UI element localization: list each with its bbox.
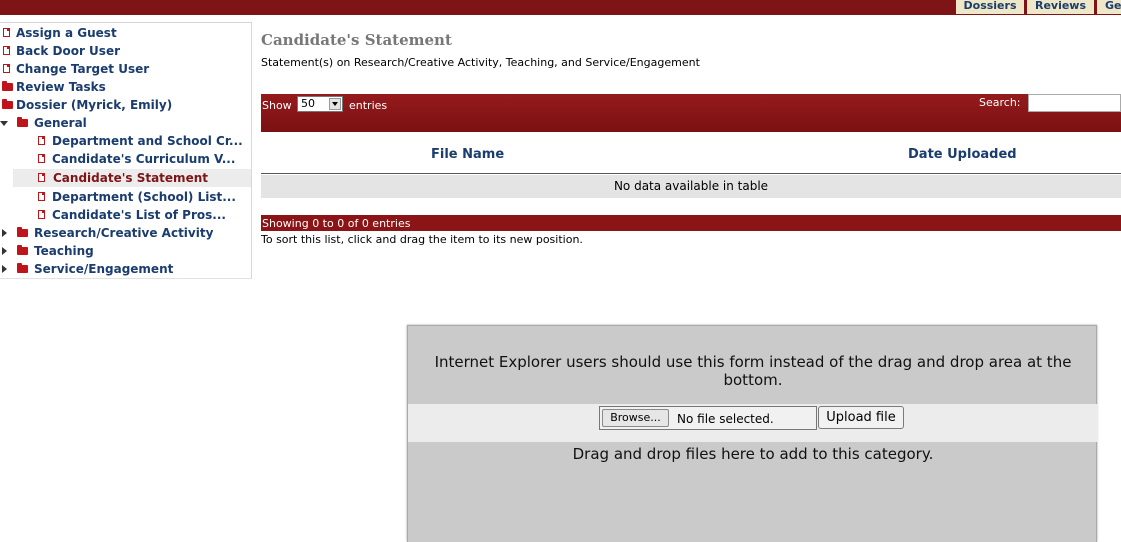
file-status: No file selected.	[677, 412, 774, 426]
entries-select-value: 50	[301, 97, 315, 110]
tree-item-label: Change Target User	[16, 62, 150, 76]
ie-instructions: Internet Explorer users should use this …	[434, 353, 1072, 389]
expand-arrow-icon[interactable]	[2, 247, 7, 255]
document-icon	[38, 154, 45, 163]
file-input[interactable]: Browse... No file selected.	[599, 406, 817, 430]
tree-item-label: Department and School Cr...	[52, 134, 243, 148]
document-icon	[3, 64, 10, 73]
table-header-divider	[261, 173, 1121, 174]
entries-label: entries	[349, 99, 388, 112]
tree-item-label: Teaching	[34, 244, 94, 258]
browse-button[interactable]: Browse...	[602, 409, 669, 427]
tree-item-label: Review Tasks	[16, 80, 106, 94]
search-label: Search:	[979, 96, 1021, 109]
table-info: Showing 0 to 0 of 0 entries	[262, 217, 411, 230]
column-header-file-name[interactable]: File Name	[431, 147, 504, 162]
chevron-down-icon[interactable]	[329, 98, 341, 110]
tree-item-label: Department (School) List...	[52, 190, 236, 204]
upload-file-button[interactable]: Upload file	[818, 406, 904, 429]
expand-arrow-icon[interactable]	[2, 229, 7, 237]
show-label: Show	[262, 99, 292, 112]
search-input[interactable]	[1028, 94, 1121, 112]
page-title: Candidate's Statement	[261, 31, 452, 49]
document-icon	[38, 192, 45, 201]
tree-item-label: Back Door User	[16, 44, 121, 58]
folder-open-icon	[17, 117, 28, 127]
sort-hint: To sort this list, click and drag the it…	[261, 233, 583, 246]
empty-table-row: No data available in table	[261, 175, 1121, 198]
tree-item-label: Candidate's Statement	[53, 171, 208, 185]
tab-dossiers[interactable]: Dossiers	[953, 0, 1024, 14]
tab-reviews[interactable]: Reviews	[1024, 0, 1094, 14]
table-footer: Showing 0 to 0 of 0 entries	[261, 215, 1121, 231]
document-icon	[38, 173, 45, 182]
document-icon	[38, 210, 45, 219]
tree-item-label: General	[34, 116, 87, 130]
folder-icon	[17, 263, 28, 273]
folder-icon	[17, 227, 28, 237]
tree-item-label: Service/Engagement	[34, 262, 174, 276]
document-icon	[3, 46, 10, 55]
entries-per-page-select[interactable]: 50	[297, 96, 343, 112]
folder-icon	[17, 245, 28, 255]
table-toolbar: Show 50 entries Search:	[261, 94, 1121, 132]
tree-item-label: Candidate's List of Pros...	[52, 208, 226, 222]
upload-drop-zone[interactable]: Internet Explorer users should use this …	[407, 325, 1098, 542]
document-icon	[38, 136, 45, 145]
document-icon	[3, 28, 10, 37]
tab-general[interactable]: Ge	[1094, 0, 1121, 14]
folder-icon	[2, 81, 13, 91]
folder-open-icon	[2, 99, 13, 109]
tree-item-label: Candidate's Curriculum V...	[52, 152, 236, 166]
expand-arrow-icon[interactable]	[2, 265, 7, 273]
tree-item-label: Assign a Guest	[16, 26, 117, 40]
collapse-arrow-icon[interactable]	[0, 121, 8, 126]
upload-form: Browse... No file selected. Upload file	[408, 404, 1098, 442]
tree-item-candidates-statement[interactable]: Candidate's Statement	[13, 169, 251, 187]
tree-item-label: Research/Creative Activity	[34, 226, 214, 240]
column-header-date-uploaded[interactable]: Date Uploaded	[908, 147, 1017, 162]
page-subtitle: Statement(s) on Research/Creative Activi…	[261, 56, 700, 69]
drop-instructions: Drag and drop files here to add to this …	[572, 445, 934, 463]
tree-item-label: Dossier (Myrick, Emily)	[16, 98, 173, 112]
top-nav-bar: Dossiers Reviews Ge	[0, 0, 1121, 15]
